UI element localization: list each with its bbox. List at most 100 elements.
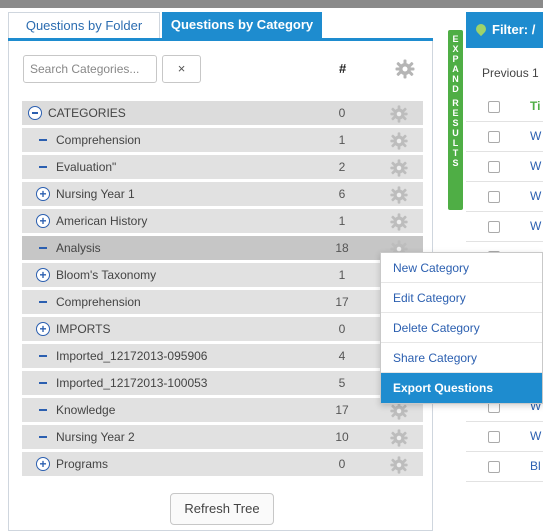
category-count: 0 [338,457,346,471]
result-row[interactable]: W [466,122,543,152]
category-row[interactable]: + IMPORTS 0 [22,317,423,341]
category-label: Evaluation" [56,160,117,174]
category-label: IMPORTS [56,322,111,336]
row-checkbox[interactable] [488,191,500,203]
row-checkbox[interactable] [488,131,500,143]
expand-plus-icon[interactable]: + [36,214,50,228]
category-count: 17 [335,403,349,417]
result-row[interactable]: W [466,182,543,212]
result-title-link[interactable]: W [530,189,541,203]
result-title-link[interactable]: W [530,429,541,443]
count-column-header: # [339,61,347,76]
category-label: Comprehension [56,133,141,147]
tab-questions-by-folder[interactable]: Questions by Folder [8,12,160,38]
expand-plus-icon[interactable]: + [36,457,50,471]
category-row[interactable]: Knowledge 17 [22,398,423,422]
refresh-tree-button[interactable]: Refresh Tree [170,493,274,525]
category-row[interactable]: Comprehension 17 [22,290,423,314]
expand-results-toggle[interactable]: EXPAND RESULTS [448,30,463,210]
category-row[interactable]: Evaluation" 2 [22,155,423,179]
leaf-dash-icon [39,139,47,141]
map-pin-icon [473,21,489,37]
category-count: 1 [338,214,346,228]
search-categories-input[interactable] [23,55,157,83]
leaf-dash-icon [39,247,47,249]
result-title-link[interactable]: Bl [530,459,541,473]
result-title-link[interactable]: W [530,159,541,173]
category-label: Bloom's Taxonomy [56,268,157,282]
results-header-row: Ti [466,92,543,122]
tab-questions-by-category[interactable]: Questions by Category [162,12,322,38]
category-row[interactable]: Analysis 18 [22,236,423,260]
category-tree: CATEGORIES 0 Comprehension 1 Evaluation" 2 + Nu… [22,101,423,479]
previous-page-link[interactable]: Previous 1 [482,66,539,80]
category-row[interactable]: + American History 1 [22,209,423,233]
category-row[interactable]: + Programs 0 [22,452,423,476]
category-count: 6 [338,187,346,201]
category-label: Nursing Year 2 [56,430,135,444]
select-all-checkbox[interactable] [488,101,500,113]
menu-item-export-questions[interactable]: Export Questions [381,373,542,403]
category-row[interactable]: + Bloom's Taxonomy 1 [22,263,423,287]
category-count: 18 [335,241,349,255]
row-checkbox[interactable] [488,161,500,173]
category-row[interactable]: CATEGORIES 0 [22,101,423,125]
category-context-menu: New Category Edit Category Delete Category… [380,252,543,404]
category-label: Imported_12172013-100053 [56,376,208,390]
category-count: 17 [335,295,349,309]
clear-search-button[interactable]: × [162,55,201,83]
leaf-dash-icon [39,409,47,411]
category-count: 10 [335,430,349,444]
category-label: Nursing Year 1 [56,187,135,201]
leaf-dash-icon [39,301,47,303]
gear-icon[interactable] [389,455,409,483]
result-row[interactable]: W [466,152,543,182]
gear-icon[interactable] [394,58,416,85]
expand-plus-icon[interactable]: + [36,187,50,201]
leaf-dash-icon [39,166,47,168]
collapse-minus-icon[interactable] [28,106,42,120]
menu-item-delete-category[interactable]: Delete Category [381,313,542,343]
leaf-dash-icon [39,436,47,438]
row-checkbox[interactable] [488,431,500,443]
category-label: Analysis [56,241,101,255]
category-count: 1 [338,133,346,147]
category-label: Programs [56,457,109,471]
category-row[interactable]: Imported_12172013-100053 5 [22,371,423,395]
category-count: 0 [338,322,346,336]
leaf-dash-icon [39,382,47,384]
menu-item-share-category[interactable]: Share Category [381,343,542,373]
leaf-dash-icon [39,355,47,357]
expand-word: EXPAND [452,34,459,94]
expand-plus-icon[interactable]: + [36,322,50,336]
category-row[interactable]: Imported_12172013-095906 4 [22,344,423,368]
category-label: Comprehension [56,295,141,309]
expand-plus-icon[interactable]: + [36,268,50,282]
category-panel-body: × # CATEGORIES 0 Comprehension 1 Evaluation"… [8,41,433,531]
result-row[interactable]: Bl [466,452,543,482]
category-count: 1 [338,268,346,282]
tab-bar: Questions by Folder Questions by Categor… [8,12,433,38]
category-count: 4 [338,349,346,363]
menu-item-new-category[interactable]: New Category [381,253,542,283]
category-row[interactable]: Comprehension 1 [22,128,423,152]
window-top-strip [0,0,543,8]
result-row[interactable]: W [466,212,543,242]
category-row[interactable]: Nursing Year 2 10 [22,425,423,449]
filter-bar[interactable]: Filter: / [466,12,543,48]
row-checkbox[interactable] [488,461,500,473]
filter-label: Filter: / [492,22,536,37]
result-row[interactable]: W [466,422,543,452]
category-label: CATEGORIES [48,106,126,120]
category-label: Knowledge [56,403,116,417]
category-label: American History [56,214,148,228]
result-title-link[interactable]: W [530,219,541,233]
results-word: RESULTS [452,98,459,168]
menu-item-edit-category[interactable]: Edit Category [381,283,542,313]
result-title-link[interactable]: W [530,129,541,143]
category-row[interactable]: + Nursing Year 1 6 [22,182,423,206]
category-label: Imported_12172013-095906 [56,349,208,363]
row-checkbox[interactable] [488,221,500,233]
category-count: 0 [338,106,346,120]
title-column-header: Ti [530,99,541,113]
